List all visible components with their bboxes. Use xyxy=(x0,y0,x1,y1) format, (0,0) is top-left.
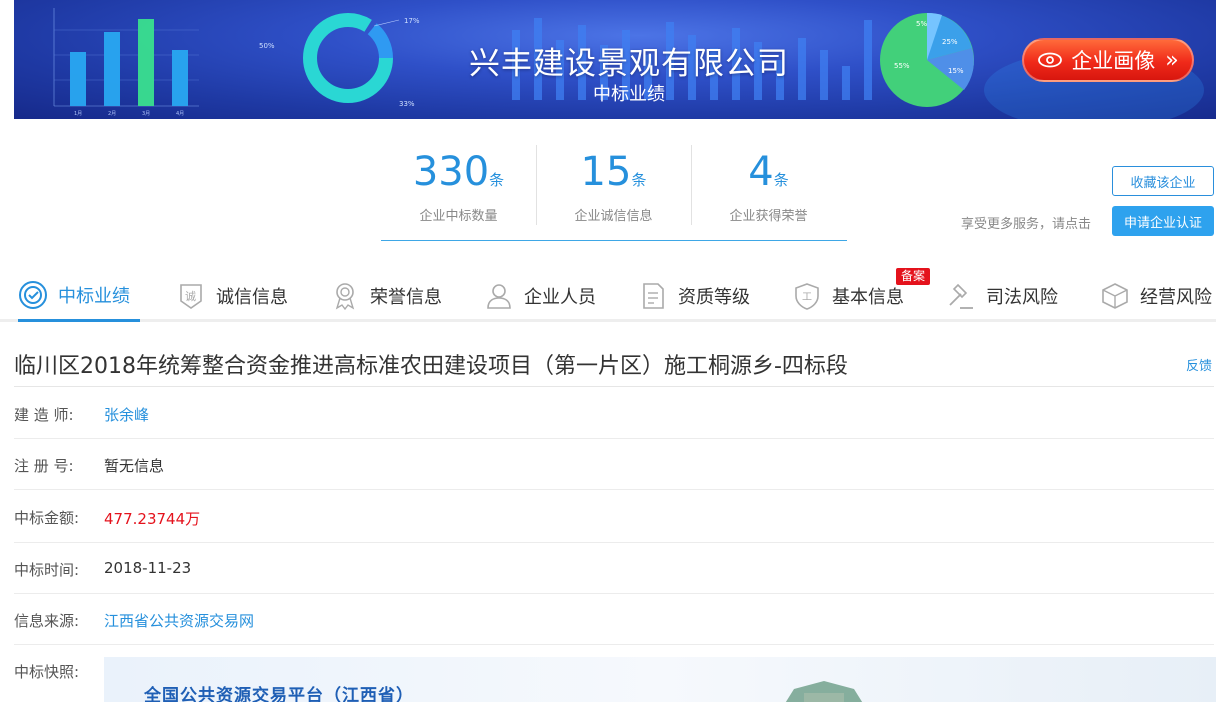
tab-label: 企业人员 xyxy=(524,287,596,308)
pie-label: 5% xyxy=(916,20,927,28)
snapshot-label: 中标快照: xyxy=(14,663,80,681)
medal-icon xyxy=(335,283,355,311)
more-service-text: 享受更多服务，请点击 xyxy=(961,217,1092,232)
stat-value: 330 xyxy=(412,149,490,195)
source-link[interactable]: 江西省公共资源交易网 xyxy=(104,610,254,631)
eye-icon xyxy=(1038,52,1063,68)
tab-label: 基本信息 xyxy=(832,287,904,308)
project-title: 临川区2018年统筹整合资金推进高标准农田建设项目（第一片区）施工桐源乡-四标段 xyxy=(14,354,848,379)
double-chevron-right-icon: » xyxy=(1165,47,1179,73)
banner-bar-label: 4月 xyxy=(176,111,184,117)
shield-icon: 工 xyxy=(795,283,819,310)
detail-key: 中标金额: xyxy=(14,509,80,527)
tab-label: 经营风险 xyxy=(1140,287,1212,308)
tab-label: 荣誉信息 xyxy=(370,287,442,308)
donut-label: 17% xyxy=(404,17,420,25)
record-badge: 备案 xyxy=(896,268,931,285)
stat-integrity-count[interactable]: 15条 企业诚信信息 xyxy=(536,145,691,225)
svg-text:诚: 诚 xyxy=(185,290,196,303)
detail-row-builder: 建 造 师: 张余峰 xyxy=(14,388,1214,439)
tab-label: 中标业绩 xyxy=(58,285,130,307)
stat-label: 企业获得荣誉 xyxy=(729,209,808,224)
detail-value: 2018-11-23 xyxy=(104,559,192,577)
stat-unit: 条 xyxy=(489,171,505,189)
tab-label: 资质等级 xyxy=(678,287,750,308)
integrity-icon: 诚 xyxy=(180,284,202,309)
tab-qualification[interactable]: 资质等级 xyxy=(638,270,750,322)
stat-unit: 条 xyxy=(631,171,647,189)
tab-basic-info[interactable]: 工 基本信息 xyxy=(792,270,904,322)
detail-row-reg-no: 注 册 号: 暂无信息 xyxy=(14,439,1214,490)
detail-key: 建 造 师: xyxy=(14,406,74,424)
stats-panel: 330条 企业中标数量 15条 企业诚信信息 4条 企业获得荣誉 xyxy=(381,145,847,241)
stat-honor-count[interactable]: 4条 企业获得荣誉 xyxy=(691,145,846,225)
builder-link[interactable]: 张余峰 xyxy=(104,404,149,425)
tab-bar: 中标业绩 诚 诚信信息 荣誉信息 企业人员 资质等级 工 基本信息 司法风险 经… xyxy=(0,270,1216,322)
detail-key: 中标时间: xyxy=(14,561,80,579)
person-icon xyxy=(487,284,511,309)
stat-label: 企业诚信信息 xyxy=(574,209,653,224)
building-illustration xyxy=(785,681,863,702)
banner-subtitle: 中标业绩 xyxy=(593,84,665,105)
stat-value: 15 xyxy=(580,149,632,195)
tab-integrity[interactable]: 诚 诚信信息 xyxy=(176,270,288,322)
target-icon xyxy=(19,280,47,309)
bid-amount-value: 477.23744万 xyxy=(104,510,201,528)
stat-label: 企业中标数量 xyxy=(419,209,498,224)
snapshot-title: 全国公共资源交易平台（江西省） xyxy=(144,686,414,702)
tab-business-risk[interactable]: 经营风险 xyxy=(1100,270,1212,322)
tab-personnel[interactable]: 企业人员 xyxy=(484,270,596,322)
feedback-link[interactable]: 反馈 xyxy=(1186,355,1212,374)
tab-bid-performance[interactable]: 中标业绩 xyxy=(18,270,140,322)
company-portrait-label: 企业画像 xyxy=(1071,49,1156,73)
detail-row-source: 信息来源: 江西省公共资源交易网 xyxy=(14,594,1214,645)
stat-bid-count[interactable]: 330条 企业中标数量 xyxy=(381,145,536,225)
banner-bar-label: 1月 xyxy=(74,111,82,117)
banner-bar-label: 3月 xyxy=(142,111,150,117)
banner-bar-label: 2月 xyxy=(108,111,116,117)
document-icon xyxy=(643,283,664,309)
detail-value: 暂无信息 xyxy=(104,457,165,475)
title-divider xyxy=(14,386,1214,387)
cube-icon xyxy=(1102,283,1128,309)
gavel-icon xyxy=(949,283,973,309)
detail-key: 信息来源: xyxy=(14,612,80,630)
stat-unit: 条 xyxy=(773,171,789,189)
tab-label: 诚信信息 xyxy=(216,287,288,308)
svg-text:工: 工 xyxy=(802,292,812,303)
tab-label: 司法风险 xyxy=(986,287,1058,308)
favorite-company-button[interactable]: 收藏该企业 xyxy=(1112,166,1214,196)
bid-snapshot-image[interactable]: 全国公共资源交易平台（江西省） xyxy=(104,657,1216,702)
apply-certification-button[interactable]: 申请企业认证 xyxy=(1112,206,1214,236)
tab-judicial-risk[interactable]: 司法风险 xyxy=(946,270,1058,322)
tab-honor[interactable]: 荣誉信息 xyxy=(330,270,442,322)
stat-value: 4 xyxy=(748,149,774,195)
detail-row-amount: 中标金额: 477.23744万 xyxy=(14,490,1214,543)
company-banner: 1月 2月 3月 4月 17% 50% 33% 5% 25% 15% 55% 兴… xyxy=(14,0,1216,119)
detail-key: 注 册 号: xyxy=(14,457,74,475)
company-portrait-button[interactable]: 企业画像 » xyxy=(1022,38,1194,82)
detail-row-date: 中标时间: 2018-11-23 xyxy=(14,543,1214,594)
